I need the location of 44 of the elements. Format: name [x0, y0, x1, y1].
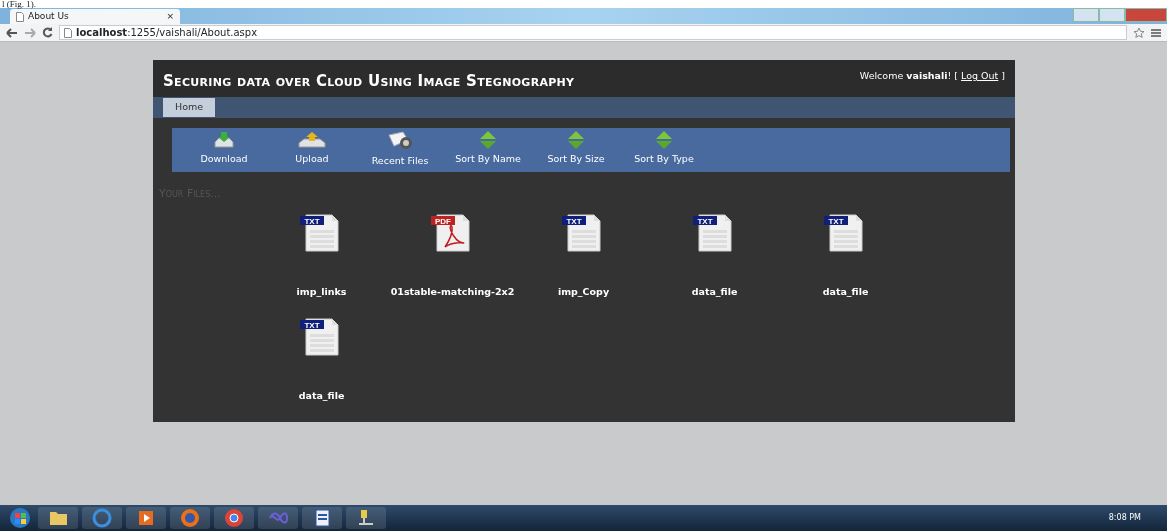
logout-link[interactable]: Log Out — [961, 70, 999, 81]
file-item[interactable]: TXT imp_links — [256, 212, 387, 299]
toolbar-button[interactable]: Recent Files — [356, 128, 444, 172]
url-text[interactable]: localhost:1255/vaishali/About.aspx — [76, 25, 258, 40]
browser-icon — [223, 507, 245, 529]
reload-icon[interactable] — [42, 27, 53, 38]
file-item[interactable]: TXT data_file — [780, 212, 911, 299]
file-item[interactable]: TXT data_file — [649, 212, 780, 299]
drive-icon — [297, 131, 327, 149]
page-icon — [16, 11, 24, 22]
sort-arrows-icon — [479, 131, 497, 149]
taskbar-button[interactable] — [214, 507, 254, 529]
star-icon[interactable] — [1133, 26, 1145, 39]
camera-icon — [386, 131, 414, 151]
taskbar-button[interactable] — [38, 507, 78, 529]
tab-title: About Us — [28, 9, 69, 23]
toolbar-button[interactable]: Sort By Name — [444, 128, 532, 172]
toolbar-button[interactable]: Upload — [268, 128, 356, 172]
menu-tab[interactable]: Home — [163, 98, 216, 117]
sort-arrows-icon — [567, 131, 585, 149]
file-item[interactable]: PDF 01stable-matching-2x2 — [387, 212, 518, 299]
forward-icon[interactable] — [24, 27, 36, 38]
site-title: Securing data over Cloud Using Image Stegnography — [163, 71, 575, 92]
back-icon[interactable] — [6, 27, 18, 38]
browser-tab[interactable]: About Us × — [10, 9, 180, 24]
clock-text: 8:08 PM — [1108, 512, 1141, 524]
close-button[interactable] — [1125, 8, 1167, 22]
caption-text: l (Fig. 1). — [0, 0, 1167, 8]
taskbar-button[interactable] — [346, 507, 386, 529]
welcome-text: Welcome vaishali! [ Log Out ] — [859, 69, 1005, 83]
file-item[interactable]: TXT data_file — [256, 316, 387, 403]
file-item[interactable]: TXT imp_Copy — [518, 212, 649, 299]
browser-icon — [179, 507, 201, 529]
windows-logo-icon — [9, 507, 31, 529]
toolbar-button[interactable]: Download — [180, 128, 268, 172]
browser-icon — [91, 507, 113, 529]
tab-close-button[interactable]: × — [166, 9, 174, 24]
taskbar-button[interactable] — [302, 507, 342, 529]
menu-icon[interactable] — [1151, 27, 1161, 38]
sort-arrows-icon — [655, 131, 673, 149]
toolbar-button[interactable]: Sort By Size — [532, 128, 620, 172]
taskbar-button[interactable] — [126, 507, 166, 529]
toolbar-button[interactable]: Sort By Type — [620, 128, 708, 172]
drive-icon — [213, 131, 235, 149]
